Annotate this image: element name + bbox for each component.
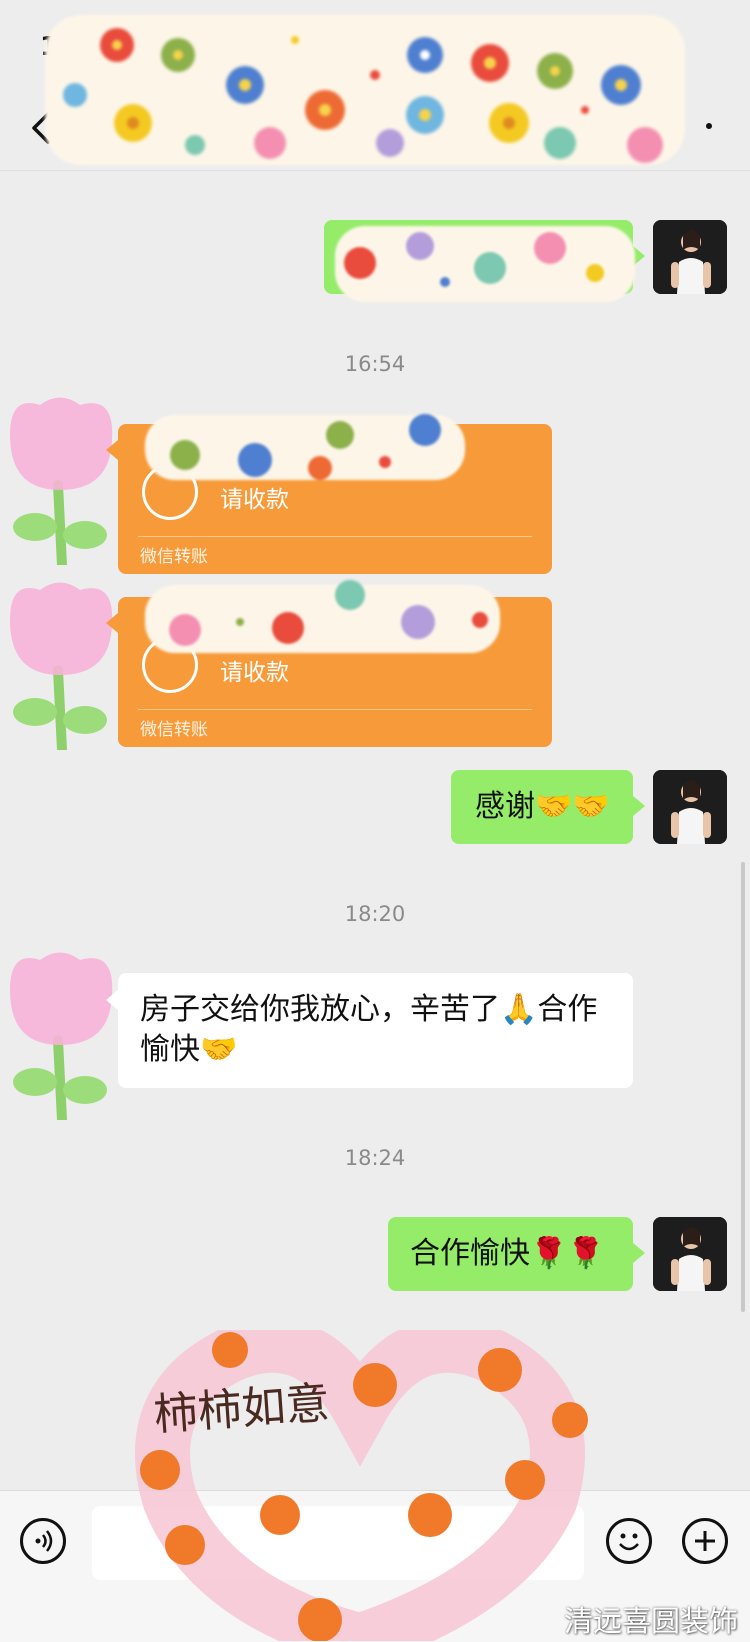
avatar-photo bbox=[653, 1217, 727, 1291]
avatar-photo bbox=[653, 770, 727, 844]
sticker-text: 柿柿如意 bbox=[152, 1378, 331, 1441]
privacy-flower-sticker bbox=[45, 15, 685, 165]
bubble-tail bbox=[633, 796, 645, 816]
privacy-flower-sticker bbox=[145, 414, 465, 480]
message-text: 感谢🤝🤝 bbox=[475, 789, 610, 824]
bubble-tail bbox=[106, 613, 118, 633]
transfer-divider bbox=[138, 709, 532, 710]
timestamp: 16:54 bbox=[344, 352, 406, 376]
transfer-footer: 微信转账 bbox=[140, 720, 208, 740]
privacy-flower-sticker bbox=[335, 226, 635, 302]
flower-sticker bbox=[10, 397, 113, 565]
timestamp: 18:20 bbox=[344, 902, 406, 926]
my-avatar[interactable] bbox=[653, 770, 727, 844]
avatar-photo bbox=[653, 220, 727, 294]
sent-message-bubble[interactable]: 感谢🤝🤝 bbox=[451, 770, 633, 844]
flower-sticker bbox=[10, 952, 113, 1120]
watermark: 清远喜圆装饰 bbox=[563, 1604, 738, 1638]
voice-glyph bbox=[35, 1530, 53, 1552]
my-avatar[interactable] bbox=[653, 220, 727, 294]
bubble-tail bbox=[106, 990, 118, 1010]
voice-icon[interactable] bbox=[20, 1518, 66, 1564]
persimmon-heart-sticker: 柿柿如意 bbox=[135, 1330, 588, 1641]
plus-icon[interactable] bbox=[682, 1518, 728, 1564]
transfer-divider bbox=[138, 536, 532, 537]
bubble-tail bbox=[106, 440, 118, 460]
flower-sticker bbox=[10, 582, 113, 750]
received-message-bubble[interactable]: 房子交给你我放心，辛苦了🙏合作愉快🤝 bbox=[118, 973, 633, 1088]
sent-message-bubble[interactable]: 合作愉快🌹🌹 bbox=[388, 1217, 633, 1291]
scrollbar[interactable] bbox=[741, 862, 745, 1312]
transfer-footer: 微信转账 bbox=[140, 547, 208, 567]
my-avatar[interactable] bbox=[653, 1217, 727, 1291]
emoji-glyph bbox=[619, 1533, 639, 1551]
message-text: 房子交给你我放心，辛苦了🙏合作愉快🤝 bbox=[140, 992, 598, 1067]
bubble-tail bbox=[633, 1243, 645, 1263]
emoji-icon[interactable] bbox=[606, 1518, 652, 1564]
message-text: 合作愉快🌹🌹 bbox=[410, 1236, 605, 1271]
more-menu-icon[interactable] bbox=[706, 123, 712, 129]
privacy-flower-sticker bbox=[145, 580, 500, 653]
timestamp: 18:24 bbox=[344, 1146, 406, 1170]
plus-glyph bbox=[695, 1531, 715, 1551]
